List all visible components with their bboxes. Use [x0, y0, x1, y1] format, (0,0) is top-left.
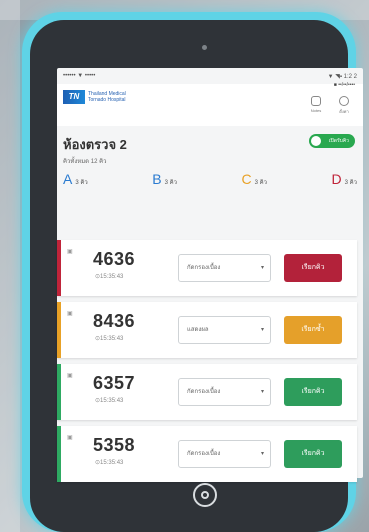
queue-number: 4636: [93, 249, 136, 269]
chevron-down-icon: ▾: [260, 327, 264, 333]
open-queue-toggle[interactable]: เปิดรับคิว: [309, 134, 355, 148]
station-select-value: แสดงผล: [187, 327, 209, 333]
call-queue-button[interactable]: เรียกคิว: [284, 378, 342, 406]
queue-time: ⊙15:35:43: [95, 398, 124, 404]
toggle-label: เปิดรับคิว: [328, 138, 349, 144]
toggle-knob: [311, 136, 321, 146]
queue-time-value: 15:35:43: [100, 460, 124, 466]
queue-card: ▣ 6357 ⊙15:35:43 กัดกรองเบื้อง ▾ เรียกคิ…: [57, 364, 357, 420]
station-select-value: กัดกรองเบื้อง: [187, 389, 221, 395]
settings-label: ตั้งค่า: [339, 109, 349, 114]
category-letter: C: [241, 171, 252, 187]
category-letter: B: [152, 171, 162, 187]
category-count: 3 คิว: [254, 180, 267, 186]
queue-number: 6357: [93, 373, 136, 393]
call-queue-button[interactable]: เรียกคิว: [284, 440, 342, 468]
room-subtitle: คิวทั้งหมด 12 คิว: [63, 159, 107, 165]
status-left: •••••• ▼ •••••: [63, 73, 95, 79]
category-d[interactable]: D 3 คิว: [331, 171, 357, 187]
category-count: 3 คิว: [75, 180, 88, 186]
room-section: ห้องตรวจ 2 คิวทั้งหมด 12 คิว เปิดรับคิว …: [57, 126, 363, 190]
person-icon: ▣: [67, 373, 73, 379]
queue-time-value: 15:35:43: [100, 398, 124, 404]
category-count: 3 คิว: [164, 180, 177, 186]
priority-bar: [57, 426, 61, 482]
logo-mark: TN: [63, 90, 85, 104]
home-button-icon[interactable]: [193, 483, 217, 507]
app-header: TN Thailand Medical Tornado Hospital ■ •…: [57, 82, 363, 126]
hospital-logo: TN Thailand Medical Tornado Hospital: [63, 90, 126, 104]
person-icon: ▣: [67, 249, 73, 255]
call-queue-button[interactable]: เรียกคิว: [284, 254, 342, 282]
queue-time: ⊙15:35:43: [95, 274, 124, 280]
queue-time-value: 15:35:43: [100, 274, 124, 280]
carrier-text: •••••• ▼ •••••: [63, 73, 96, 79]
chevron-down-icon: ▾: [260, 389, 264, 395]
call-queue-button[interactable]: เรียกซ้ำ: [284, 316, 342, 344]
category-count: 3 คิว: [344, 180, 357, 186]
camera-icon: [202, 45, 207, 50]
category-letter: D: [331, 171, 342, 187]
station-select[interactable]: แสดงผล ▾: [178, 316, 271, 344]
station-select[interactable]: กัดกรองเบื้อง ▾: [178, 378, 271, 406]
station-select-value: กัดกรองเบื้อง: [187, 451, 221, 457]
queue-number: 5358: [93, 435, 136, 455]
settings-button[interactable]: ตั้งค่า: [333, 96, 355, 115]
category-letter: A: [63, 171, 73, 187]
priority-bar: [57, 240, 61, 296]
station-select[interactable]: กัดกรองเบื้อง ▾: [178, 440, 271, 468]
category-a[interactable]: A 3 คิว: [63, 171, 88, 187]
status-right: ▼ ◥▪ 1:2 2: [327, 73, 357, 80]
queue-number: 8436: [93, 311, 136, 331]
notes-label: Notes: [310, 108, 322, 113]
category-tabs: A 3 คิว B 3 คิว C 3 คิว D 3 คิว: [63, 171, 357, 187]
queue-time: ⊙15:35:43: [95, 460, 124, 466]
gear-icon: [339, 96, 349, 106]
chat-icon: [311, 96, 321, 106]
chevron-down-icon: ▾: [260, 451, 264, 457]
priority-bar: [57, 364, 61, 420]
priority-bar: [57, 302, 61, 358]
header-date: ■ ••/••/••••: [333, 82, 355, 88]
logo-line2: Tornado Hospital: [88, 97, 126, 103]
station-select[interactable]: กัดกรองเบื้อง ▾: [178, 254, 271, 282]
chevron-down-icon: ▾: [260, 265, 264, 271]
queue-card: ▣ 4636 ⊙15:35:43 กัดกรองเบื้อง ▾ เรียกคิ…: [57, 240, 357, 296]
queue-time: ⊙15:35:43: [95, 336, 124, 342]
queue-card: ▣ 8436 ⊙15:35:43 แสดงผล ▾ เรียกซ้ำ: [57, 302, 357, 358]
notes-button[interactable]: Notes: [305, 96, 327, 113]
status-bar: •••••• ▼ ••••• ▼ ◥▪ 1:2 2: [57, 68, 363, 84]
person-icon: ▣: [67, 311, 73, 317]
category-c[interactable]: C 3 คิว: [241, 171, 267, 187]
queue-time-value: 15:35:43: [100, 336, 124, 342]
station-select-value: กัดกรองเบื้อง: [187, 265, 221, 271]
phone-icon: ▣: [67, 435, 73, 441]
queue-card: ▣ 5358 ⊙15:35:43 กัดกรองเบื้อง ▾ เรียกคิ…: [57, 426, 357, 482]
category-b[interactable]: B 3 คิว: [152, 171, 177, 187]
